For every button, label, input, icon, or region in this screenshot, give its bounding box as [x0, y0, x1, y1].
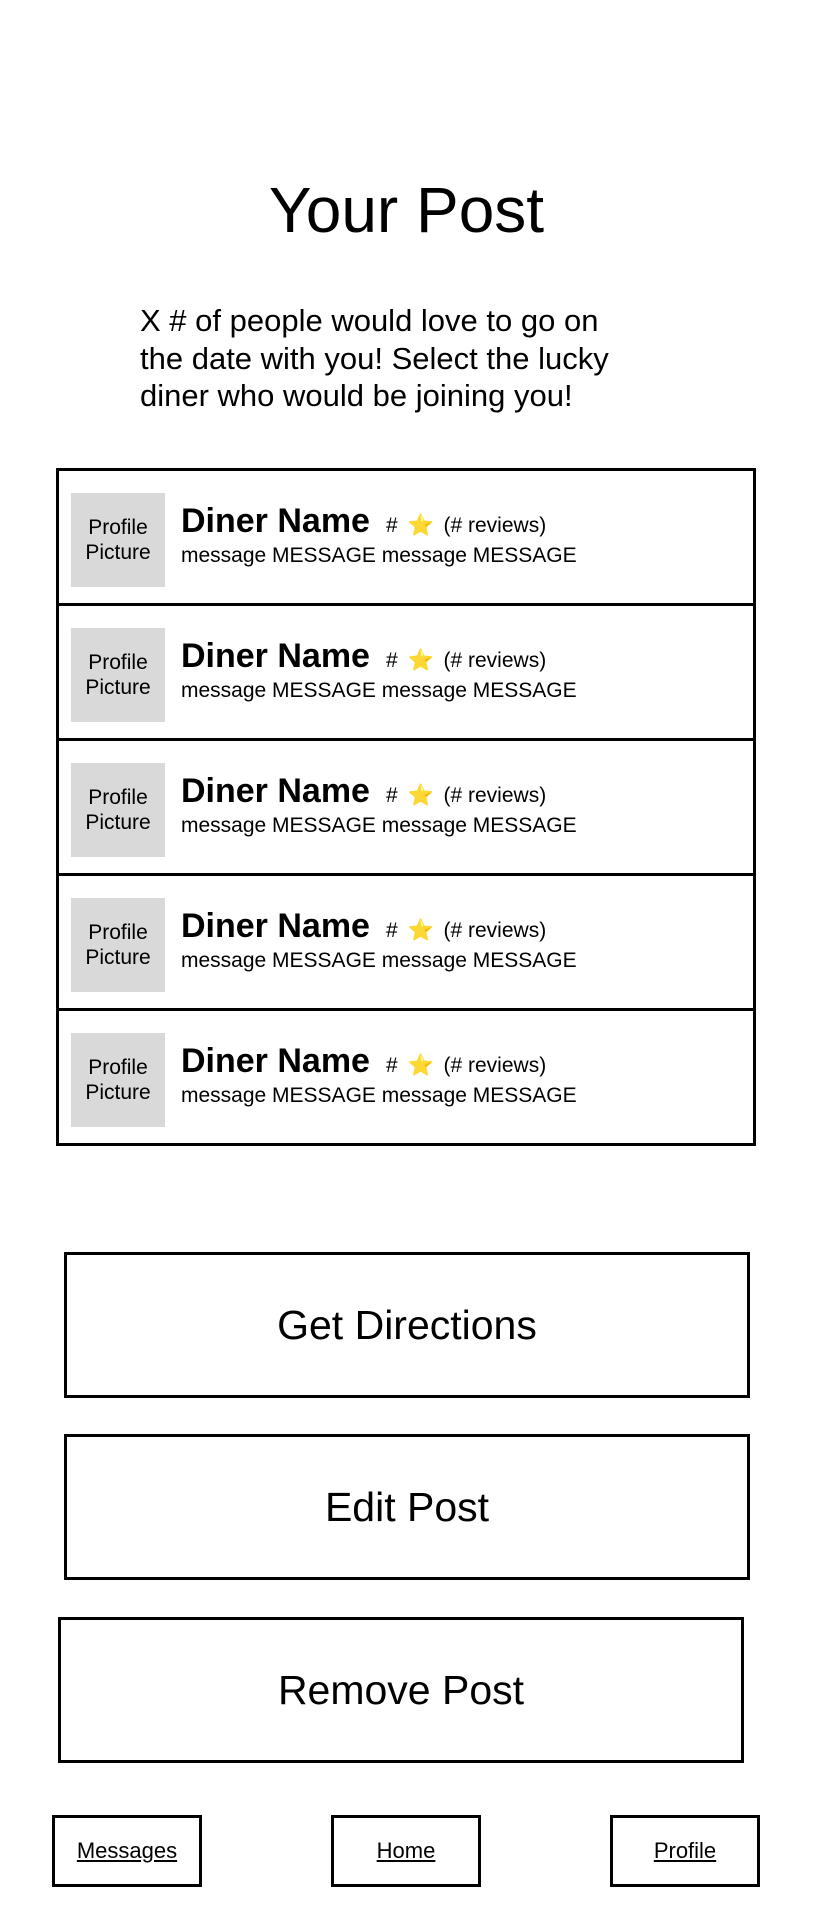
diner-info: Diner Name # ⭐ (# reviews) message MESSA…: [181, 636, 741, 704]
page-title: Your Post: [268, 174, 545, 246]
avatar: Profile Picture: [71, 1033, 165, 1127]
diner-info: Diner Name # ⭐ (# reviews) message MESSA…: [181, 906, 741, 974]
diner-row[interactable]: Profile Picture Diner Name # ⭐ (# review…: [56, 468, 756, 606]
diner-row[interactable]: Profile Picture Diner Name # ⭐ (# review…: [56, 603, 756, 741]
diner-name: Diner Name: [181, 502, 370, 540]
diner-header: Diner Name # ⭐ (# reviews): [181, 501, 741, 541]
rating-value: #: [385, 919, 398, 942]
diner-header: Diner Name # ⭐ (# reviews): [181, 906, 741, 946]
remove-post-button[interactable]: Remove Post: [58, 1617, 744, 1763]
review-count: (# reviews): [443, 919, 547, 942]
diner-name: Diner Name: [181, 1042, 370, 1080]
diner-rating: # ⭐ (# reviews): [386, 1053, 546, 1078]
avatar: Profile Picture: [71, 493, 165, 587]
diner-list: Profile Picture Diner Name # ⭐ (# review…: [56, 468, 756, 1146]
nav-profile-label[interactable]: Profile: [654, 1838, 716, 1864]
diner-message: message MESSAGE message MESSAGE: [181, 1084, 577, 1107]
star-icon: ⭐: [407, 513, 434, 537]
diner-rating: # ⭐ (# reviews): [386, 513, 546, 538]
avatar: Profile Picture: [71, 898, 165, 992]
star-icon: ⭐: [407, 1053, 434, 1077]
review-count: (# reviews): [443, 514, 547, 537]
nav-messages-button[interactable]: Messages: [52, 1815, 202, 1887]
get-directions-button[interactable]: Get Directions: [64, 1252, 750, 1398]
diner-message: message MESSAGE message MESSAGE: [181, 679, 577, 702]
rating-value: #: [385, 784, 398, 807]
intro-text: X # of people would love to go on the da…: [140, 303, 609, 413]
rating-value: #: [385, 1054, 398, 1077]
diner-name: Diner Name: [181, 772, 370, 810]
star-icon: ⭐: [407, 648, 434, 672]
diner-rating: # ⭐ (# reviews): [386, 918, 546, 943]
diner-message: message MESSAGE message MESSAGE: [181, 544, 577, 567]
diner-rating: # ⭐ (# reviews): [386, 783, 546, 808]
diner-rating: # ⭐ (# reviews): [386, 648, 546, 673]
avatar: Profile Picture: [71, 763, 165, 857]
diner-info: Diner Name # ⭐ (# reviews) message MESSA…: [181, 1041, 741, 1109]
star-icon: ⭐: [407, 918, 434, 942]
nav-home-button[interactable]: Home: [331, 1815, 481, 1887]
review-count: (# reviews): [443, 649, 547, 672]
nav-profile-button[interactable]: Profile: [610, 1815, 760, 1887]
diner-row[interactable]: Profile Picture Diner Name # ⭐ (# review…: [56, 873, 756, 1011]
rating-value: #: [385, 514, 398, 537]
edit-post-button[interactable]: Edit Post: [64, 1434, 750, 1580]
diner-message: message MESSAGE message MESSAGE: [181, 814, 577, 837]
review-count: (# reviews): [443, 1054, 547, 1077]
diner-info: Diner Name # ⭐ (# reviews) message MESSA…: [181, 771, 741, 839]
rating-value: #: [385, 649, 398, 672]
avatar: Profile Picture: [71, 628, 165, 722]
diner-header: Diner Name # ⭐ (# reviews): [181, 1041, 741, 1081]
diner-row[interactable]: Profile Picture Diner Name # ⭐ (# review…: [56, 1008, 756, 1146]
diner-info: Diner Name # ⭐ (# reviews) message MESSA…: [181, 501, 741, 569]
diner-name: Diner Name: [181, 907, 370, 945]
diner-name: Diner Name: [181, 637, 370, 675]
diner-row[interactable]: Profile Picture Diner Name # ⭐ (# review…: [56, 738, 756, 876]
diner-header: Diner Name # ⭐ (# reviews): [181, 636, 741, 676]
diner-header: Diner Name # ⭐ (# reviews): [181, 771, 741, 811]
diner-message: message MESSAGE message MESSAGE: [181, 949, 577, 972]
star-icon: ⭐: [407, 783, 434, 807]
nav-home-label[interactable]: Home: [377, 1838, 436, 1864]
review-count: (# reviews): [443, 784, 547, 807]
nav-messages-label[interactable]: Messages: [77, 1838, 177, 1864]
